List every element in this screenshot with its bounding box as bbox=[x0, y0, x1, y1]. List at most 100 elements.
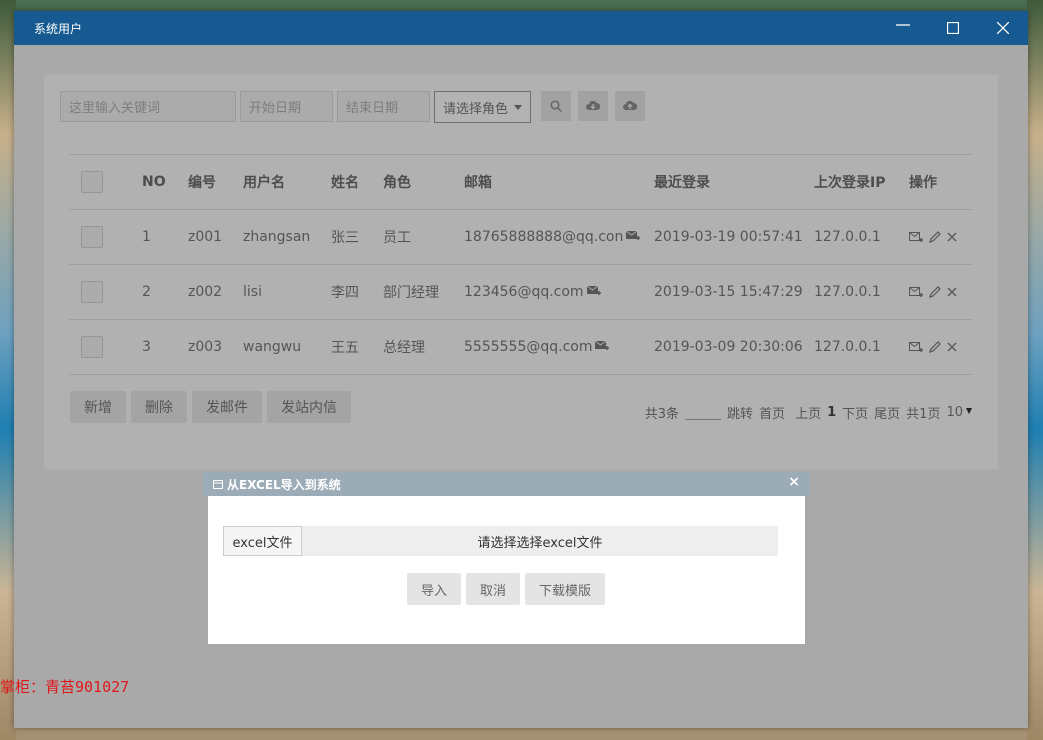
add-button[interactable]: 新增 bbox=[70, 391, 126, 423]
page-size-value: 10 bbox=[946, 405, 963, 420]
role-select-value: 请选择角色 bbox=[443, 101, 509, 117]
column-header-code: 编号 bbox=[188, 154, 243, 210]
close-icon bbox=[997, 22, 1009, 34]
cell-username: wangwu bbox=[243, 319, 331, 375]
caret-down-icon bbox=[966, 408, 972, 414]
email-text: 18765888888@qq.con bbox=[464, 229, 624, 245]
pager-jump[interactable]: 跳转 bbox=[727, 403, 753, 422]
dialog-titlebar: 从EXCEL导入到系统 × bbox=[203, 472, 810, 496]
cell-role: 部门经理 bbox=[383, 264, 464, 320]
cell-email: 123456@qq.com bbox=[464, 264, 654, 320]
cell-no: 3 bbox=[142, 319, 188, 375]
cell-no: 1 bbox=[142, 209, 188, 265]
window-titlebar: 系统用户 bbox=[14, 11, 1028, 45]
cell-last-login: 2019-03-19 00:57:41 bbox=[654, 209, 814, 265]
start-date-input[interactable]: 开始日期 bbox=[240, 91, 333, 122]
edit-icon[interactable] bbox=[929, 231, 941, 243]
cell-actions bbox=[909, 264, 972, 320]
cloud-download-button[interactable] bbox=[578, 91, 609, 121]
maximize-button[interactable] bbox=[928, 11, 978, 45]
cell-ip: 127.0.0.1 bbox=[814, 264, 909, 320]
download-template-button[interactable]: 下载模版 bbox=[525, 573, 606, 605]
pager-prev[interactable]: 上页 bbox=[795, 403, 821, 422]
dialog-buttons: 导入 取消 下载模版 bbox=[407, 573, 606, 605]
cell-last-login: 2019-03-15 15:47:29 bbox=[654, 264, 814, 320]
cell-name: 王五 bbox=[331, 319, 383, 375]
delete-button[interactable]: 删除 bbox=[131, 391, 187, 423]
column-header-last-login: 最近登录 bbox=[654, 154, 814, 210]
close-button[interactable] bbox=[978, 11, 1028, 45]
cell-ip: 127.0.0.1 bbox=[814, 319, 909, 375]
window-title: 系统用户 bbox=[34, 21, 83, 36]
row-checkbox[interactable] bbox=[81, 336, 103, 358]
end-date-input[interactable]: 结束日期 bbox=[337, 91, 430, 122]
cell-email: 18765888888@qq.con bbox=[464, 209, 654, 265]
cell-name: 张三 bbox=[331, 209, 383, 265]
send-mail-button[interactable]: 发邮件 bbox=[192, 391, 262, 423]
cell-ip: 127.0.0.1 bbox=[814, 209, 909, 265]
keyword-input[interactable]: 这里输入关键词 bbox=[60, 91, 236, 122]
cloud-upload-icon bbox=[623, 101, 638, 110]
chevron-down-icon bbox=[514, 104, 523, 110]
delete-icon[interactable] bbox=[947, 342, 957, 352]
minimize-icon bbox=[896, 24, 910, 26]
pager-total: 共3条 bbox=[644, 407, 680, 422]
import-button[interactable]: 导入 bbox=[407, 573, 462, 605]
file-label: excel文件 bbox=[223, 526, 302, 556]
role-select[interactable]: 请选择角色 bbox=[434, 91, 532, 123]
pager-first[interactable]: 首页 bbox=[759, 403, 785, 422]
select-all-checkbox[interactable] bbox=[81, 171, 103, 193]
email-text: 123456@qq.com bbox=[464, 284, 584, 300]
cancel-button[interactable]: 取消 bbox=[466, 573, 521, 605]
page-size-select[interactable]: 10 bbox=[946, 405, 972, 420]
edit-icon[interactable] bbox=[929, 286, 941, 298]
cell-username: lisi bbox=[243, 264, 331, 320]
table-row: 2 z002 lisi 李四 部门经理 123456@qq.com 2019-0… bbox=[69, 264, 972, 320]
column-header-no: NO bbox=[142, 154, 188, 210]
watermark-text: 掌柜：青苔901027 bbox=[0, 678, 130, 696]
message-icon[interactable] bbox=[909, 231, 923, 243]
window-icon bbox=[213, 479, 223, 489]
edit-icon[interactable] bbox=[929, 341, 941, 353]
dialog-close-icon[interactable]: × bbox=[788, 474, 800, 490]
email-text: 5555555@qq.com bbox=[464, 339, 593, 355]
send-mail-icon[interactable] bbox=[626, 230, 641, 242]
cloud-download-icon bbox=[586, 101, 601, 110]
cloud-upload-button[interactable] bbox=[615, 91, 646, 121]
cell-no: 2 bbox=[142, 264, 188, 320]
cell-role: 员工 bbox=[383, 209, 464, 265]
cell-last-login: 2019-03-09 20:30:06 bbox=[654, 319, 814, 375]
minimize-button[interactable] bbox=[878, 11, 928, 45]
message-icon[interactable] bbox=[909, 341, 923, 353]
users-table: NO 编号 用户名 姓名 角色 邮箱 最近登录 上次登录IP 操作 1 z001… bbox=[69, 154, 972, 375]
cell-code: z002 bbox=[188, 264, 243, 320]
pager-jump-input[interactable] bbox=[685, 406, 722, 420]
cell-email: 5555555@qq.com bbox=[464, 319, 654, 375]
row-checkbox[interactable] bbox=[81, 281, 103, 303]
delete-icon[interactable] bbox=[947, 287, 957, 297]
send-message-button[interactable]: 发站内信 bbox=[267, 391, 351, 423]
cell-code: z001 bbox=[188, 209, 243, 265]
table-row: 3 z003 wangwu 王五 总经理 5555555@qq.com 2019… bbox=[69, 319, 972, 375]
background-right bbox=[1027, 0, 1043, 740]
dialog-title: 从EXCEL导入到系统 bbox=[227, 477, 341, 492]
cell-actions bbox=[909, 319, 972, 375]
send-mail-icon[interactable] bbox=[595, 340, 610, 352]
pager-last[interactable]: 尾页 bbox=[874, 403, 900, 422]
search-button[interactable] bbox=[541, 91, 572, 121]
send-mail-icon[interactable] bbox=[586, 285, 601, 297]
cell-username: zhangsan bbox=[243, 209, 331, 265]
column-header-name: 姓名 bbox=[331, 154, 383, 210]
pager-current: 1 bbox=[827, 405, 837, 420]
file-input[interactable]: 请选择选择excel文件 bbox=[302, 526, 778, 556]
cell-name: 李四 bbox=[331, 264, 383, 320]
search-icon bbox=[550, 100, 563, 112]
import-excel-dialog: 从EXCEL导入到系统 × excel文件 请选择选择excel文件 导入 取消… bbox=[203, 472, 810, 649]
message-icon[interactable] bbox=[909, 286, 923, 298]
delete-icon[interactable] bbox=[947, 232, 957, 242]
bulk-actions: 新增 删除 发邮件 发站内信 bbox=[70, 391, 351, 423]
row-checkbox[interactable] bbox=[81, 226, 103, 248]
table-header-row: NO 编号 用户名 姓名 角色 邮箱 最近登录 上次登录IP 操作 bbox=[69, 154, 972, 210]
pager-next[interactable]: 下页 bbox=[842, 403, 868, 422]
column-header-email: 邮箱 bbox=[464, 154, 654, 210]
